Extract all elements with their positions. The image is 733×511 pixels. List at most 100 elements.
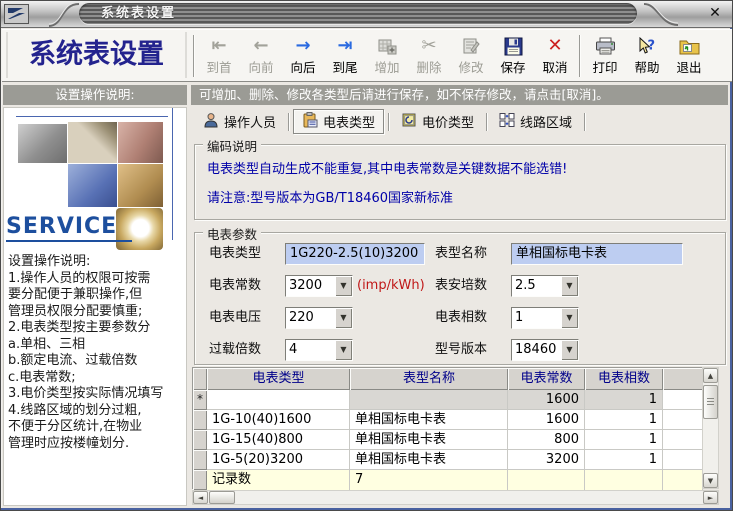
grid-cell-name[interactable] — [350, 390, 508, 410]
row-selector[interactable] — [193, 450, 207, 470]
field-label-phases: 电表相数 — [435, 307, 487, 329]
meter-constant-select[interactable]: 3200 ▼ — [285, 275, 353, 297]
grid-cell-type[interactable]: 1G-10(40)1600 — [207, 410, 350, 430]
grid-vertical-scrollbar[interactable]: ▲ ▼ — [702, 367, 719, 489]
toolbar-button-last[interactable]: ⇥ 到尾 — [324, 34, 366, 76]
toolbar-label-exit: 退出 — [668, 57, 710, 76]
record-count-label: 记录数 — [207, 470, 350, 490]
toolbar-label-print: 打印 — [584, 57, 626, 76]
toolbar-button-cancel[interactable]: ✕ 取消 — [534, 34, 576, 76]
coding-notes-title: 编码说明 — [203, 136, 261, 155]
toolbar-button-add: 增加 — [366, 34, 408, 76]
toolbar-label-save: 保存 — [492, 57, 534, 76]
service-brand-text: SERVICE — [6, 214, 117, 239]
meter-constant-unit: (imp/kWh) — [357, 275, 425, 297]
voltage-select[interactable]: 220 ▼ — [285, 307, 353, 329]
meter-type-field[interactable]: 1G220-2.5(10)3200 — [285, 243, 425, 265]
service-underline — [6, 240, 132, 242]
toolbar-button-save[interactable]: 保存 — [492, 34, 534, 76]
tab-label: 线路区域 — [520, 112, 572, 131]
chevron-down-icon: ▼ — [561, 276, 578, 296]
coding-notes-box: 编码说明 电表类型自动生成不能重复,其中电表常数是关键数据不能选错! 请注意:型… — [194, 144, 726, 220]
grid-cell-type[interactable]: 1G-15(40)800 — [207, 430, 350, 450]
grid-filler — [663, 410, 703, 430]
tab-line-area[interactable]: 线路区域 — [491, 109, 580, 134]
grid-col-header-type: 电表类型 — [207, 368, 350, 390]
toolbar-button-next[interactable]: → 向后 — [282, 34, 324, 76]
grid-cell-phases[interactable]: 1 — [585, 450, 663, 470]
sidebar-panel: SERVICE 设置操作说明: 1.操作人员的权限可按需 要分配便于兼职操作,但… — [3, 107, 187, 506]
model-version-select[interactable]: 18460 ▼ — [511, 339, 579, 361]
grid-cell-phases[interactable]: 1 — [585, 390, 663, 410]
toolbar-label-help: 帮助 — [626, 57, 668, 76]
toolbar-button-print[interactable]: 打印 — [584, 34, 626, 76]
field-label-model-version: 型号版本 — [435, 339, 487, 361]
grid-cell-type[interactable]: 1G-5(20)3200 — [207, 450, 350, 470]
grid-cell-constant[interactable]: 3200 — [508, 450, 585, 470]
scroll-left-icon[interactable]: ◄ — [193, 491, 208, 504]
grid-cell-name[interactable]: 单相国标电卡表 — [350, 410, 508, 430]
scroll-right-icon[interactable]: ► — [703, 491, 718, 504]
add-icon — [366, 34, 408, 57]
chevron-down-icon: ▼ — [335, 276, 352, 296]
phases-select[interactable]: 1 ▼ — [511, 307, 579, 329]
chevron-down-icon: ▼ — [561, 340, 578, 360]
horizontal-scroll-thumb[interactable] — [209, 491, 235, 504]
page-title: 系统表设置 — [6, 32, 187, 78]
chevron-down-icon: ▼ — [561, 308, 578, 328]
tab-separator — [288, 113, 289, 131]
price-type-icon — [401, 112, 417, 132]
field-label-meter-type: 电表类型 — [209, 243, 261, 265]
chevron-down-icon: ▼ — [335, 340, 352, 360]
chevron-down-icon: ▼ — [335, 308, 352, 328]
photo-tool — [18, 124, 67, 163]
photo-keyboard — [68, 164, 117, 207]
tab-price-type[interactable]: 电价类型 — [393, 109, 482, 134]
overload-value: 4 — [286, 340, 335, 360]
print-icon — [584, 34, 626, 57]
grid-col-header-constant: 电表常数 — [508, 368, 585, 390]
toolbar-label-first: 到首 — [198, 57, 240, 76]
amperage-select[interactable]: 2.5 ▼ — [511, 275, 579, 297]
grid-cell-constant[interactable]: 1600 — [508, 410, 585, 430]
scroll-down-icon[interactable]: ▼ — [703, 473, 718, 488]
toolbar-button-help[interactable]: ? 帮助 — [626, 34, 668, 76]
grid-header-filler — [663, 368, 703, 390]
model-name-field[interactable]: 单相国标电卡表 — [511, 243, 683, 265]
grid-cell-constant[interactable]: 800 — [508, 430, 585, 450]
scroll-up-icon[interactable]: ▲ — [703, 368, 718, 383]
toolbar-button-exit[interactable]: 退出 — [668, 34, 710, 76]
overload-select[interactable]: 4 ▼ — [285, 339, 353, 361]
row-selector[interactable] — [193, 430, 207, 450]
app-logo-icon — [4, 4, 29, 24]
photo-watch-parts — [118, 164, 163, 207]
tab-meter-type[interactable]: 电表类型 — [293, 109, 384, 134]
toolbar-label-add: 增加 — [366, 57, 408, 76]
grid-cell-constant[interactable]: 1600 — [508, 390, 585, 410]
meter-params-title: 电表参数 — [203, 224, 261, 243]
tab-separator — [388, 113, 389, 131]
tab-separator — [584, 113, 585, 131]
photo-metal-parts — [118, 122, 163, 163]
close-button[interactable]: ✕ — [706, 4, 724, 23]
grid-cell-phases[interactable]: 1 — [585, 430, 663, 450]
toolbar-button-prev: ← 向前 — [240, 34, 282, 76]
help-icon: ? — [626, 34, 668, 57]
edit-icon — [450, 34, 492, 57]
grid-cell-name[interactable]: 单相国标电卡表 — [350, 430, 508, 450]
grid-col-header-phases: 电表相数 — [585, 368, 663, 390]
tab-operators[interactable]: 操作人员 — [195, 109, 284, 134]
toolbar-button-delete: ✂ 删除 — [408, 34, 450, 76]
voltage-value: 220 — [286, 308, 335, 328]
meter-type-icon — [302, 112, 318, 132]
toolbar-label-next: 向后 — [282, 57, 324, 76]
vertical-scroll-thumb[interactable] — [703, 385, 718, 419]
row-selector[interactable]: * — [193, 390, 207, 410]
toolbar-separator — [579, 35, 581, 77]
grid-cell-phases[interactable]: 1 — [585, 410, 663, 430]
row-selector[interactable] — [193, 410, 207, 430]
grid-horizontal-scrollbar[interactable]: ◄ ► — [192, 490, 719, 505]
grid-cell-type[interactable] — [207, 390, 350, 410]
grid-cell-name[interactable]: 单相国标电卡表 — [350, 450, 508, 470]
footer-filler — [508, 470, 585, 490]
